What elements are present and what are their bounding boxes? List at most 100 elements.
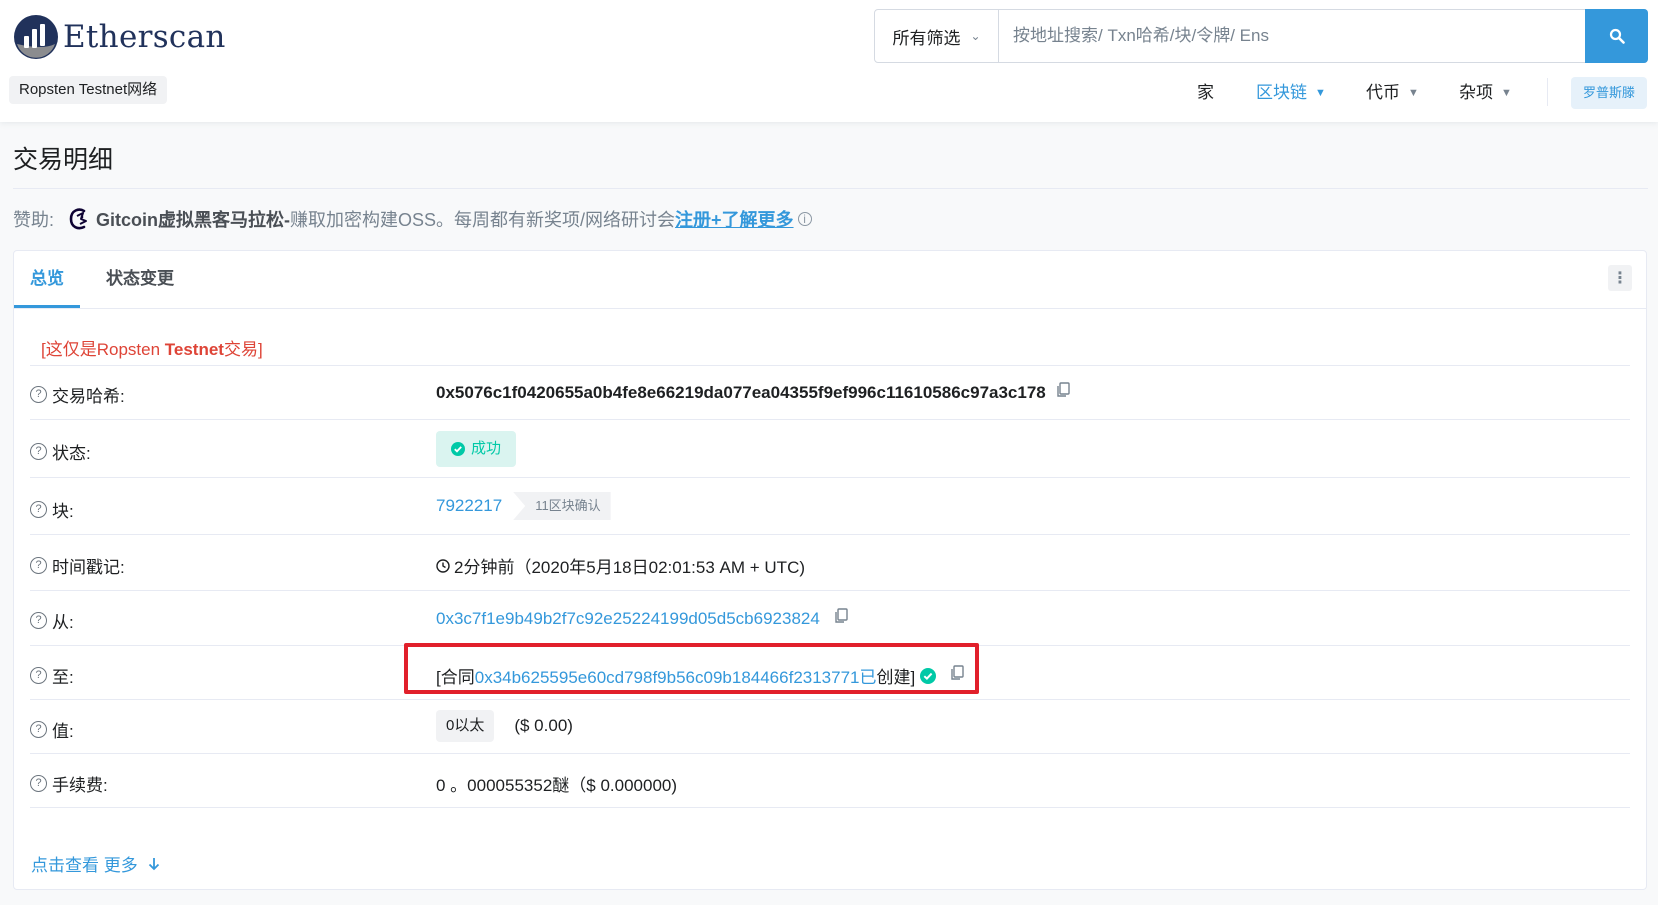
value-value-wrap: 0以太 ($ 0.00)	[436, 710, 573, 742]
from-label: 从:	[52, 613, 74, 632]
status-label-wrap: ? 状态:	[30, 439, 91, 464]
notice-close: 交易]	[223, 340, 263, 359]
from-label-wrap: ? 从:	[30, 608, 74, 633]
question-icon[interactable]: ?	[30, 557, 47, 574]
question-icon[interactable]: ?	[30, 721, 47, 738]
chevron-down-icon: ▼	[1408, 87, 1419, 99]
nav-home-label: 家	[1197, 83, 1214, 102]
divider	[13, 188, 1648, 189]
row-value: ? 值: 0以太 ($ 0.00)	[30, 699, 1630, 754]
status-badge: 成功	[436, 431, 517, 467]
to-value-wrap: [合同 0x34b625595e60cd798f9b56c09b184466f23…	[436, 663, 964, 688]
nav-misc[interactable]: 杂项 ▼	[1459, 78, 1512, 108]
block-value-wrap: 7922217 11区块确认	[436, 492, 611, 520]
value-amount: 0以太	[436, 710, 495, 742]
block-label-wrap: ? 块:	[30, 497, 74, 522]
value-label: 值:	[52, 722, 74, 741]
nav-blockchain-label: 区块链	[1256, 83, 1307, 102]
to-prefix: [合同	[436, 668, 475, 687]
from-value-wrap: 0x3c7f1e9b49b2f7c92e25224199d05d5cb69238…	[436, 608, 848, 629]
timestamp-label-wrap: ? 时间戳记:	[30, 553, 125, 578]
main-nav: 家 区块链 ▼ 代币 ▼ 杂项 ▼ 罗普斯滕	[0, 77, 1658, 109]
copy-icon[interactable]	[834, 608, 848, 629]
more-options-icon[interactable]: ⋮	[1608, 265, 1632, 291]
row-timestamp: ? 时间戳记: 2分钟前（2020年5月18日02:01:53 AM + UTC…	[30, 534, 1630, 591]
row-to: ? 至: [合同 0x34b625595e60cd798f9b56c09b1844…	[30, 645, 1630, 700]
question-icon[interactable]: ?	[30, 386, 47, 403]
tx-hash-value-wrap: 0x5076c1f0420655a0b4fe8e66219da077ea0435…	[436, 382, 1070, 403]
question-icon[interactable]: ?	[30, 612, 47, 629]
search-filter-label: 所有筛选	[892, 28, 961, 48]
tx-hash-label-wrap: ? 交易哈希:	[30, 382, 125, 407]
sponsor-link[interactable]: 注册+了解更多	[675, 206, 794, 232]
to-contract-link[interactable]: 0x34b625595e60cd798f9b56c09b184466f23137…	[475, 663, 877, 688]
chevron-down-icon: ⌄	[970, 29, 981, 43]
show-more-link[interactable]: 点击查看 更多	[31, 851, 160, 876]
row-block: ? 块: 7922217 11区块确认	[30, 477, 1630, 535]
search-filter-select[interactable]: 所有筛选 ⌄	[875, 10, 999, 62]
row-tx-hash: ? 交易哈希: 0x5076c1f0420655a0b4fe8e66219da0…	[30, 365, 1630, 420]
copy-icon[interactable]	[1056, 382, 1070, 403]
block-label: 块:	[52, 502, 74, 521]
notice-bold: Testnet	[164, 340, 224, 359]
divider	[30, 807, 1630, 808]
question-icon[interactable]: ?	[30, 501, 47, 518]
transaction-card: 总览 状态变更 ⋮ [这仅是Ropsten Testnet交易] ? 交易哈希:…	[13, 250, 1647, 890]
fee-value-wrap: 0 。000055352醚（$ 0.000000)	[436, 771, 677, 796]
question-icon[interactable]: ?	[30, 443, 47, 460]
nav-home[interactable]: 家	[1197, 78, 1214, 108]
chevron-down-icon: ▼	[1315, 87, 1326, 99]
check-circle-icon	[920, 667, 937, 684]
notice-open: [这仅是Ropsten	[41, 340, 165, 359]
logo[interactable]: Etherscan	[13, 14, 226, 60]
search-button[interactable]	[1585, 9, 1648, 63]
fee-label-wrap: ? 手续费:	[30, 771, 108, 796]
row-fee: ? 手续费: 0 。000055352醚（$ 0.000000)	[30, 753, 1630, 808]
info-icon[interactable]: i	[797, 212, 812, 226]
check-circle-icon	[451, 442, 465, 456]
etherscan-logo-icon	[14, 15, 58, 59]
clock-icon	[436, 558, 450, 573]
nav-blockchain[interactable]: 区块链 ▼	[1256, 78, 1326, 108]
question-icon[interactable]: ?	[30, 667, 47, 684]
chevron-down-icon: ▼	[1501, 87, 1512, 99]
search-input[interactable]	[999, 10, 1585, 62]
row-status: ? 状态: 成功	[30, 419, 1630, 478]
tab-state-changes[interactable]: 状态变更	[106, 251, 174, 308]
block-number-link[interactable]: 7922217	[436, 496, 502, 516]
logo-text: Etherscan	[63, 19, 226, 55]
tab-overview[interactable]: 总览	[14, 251, 80, 308]
network-switch-button[interactable]: 罗普斯滕	[1571, 77, 1648, 109]
timestamp-label: 时间戳记:	[52, 558, 125, 577]
to-suffix: 创建]	[876, 668, 916, 687]
show-more-label: 点击查看 更多	[31, 856, 138, 875]
page-title: 交易明细	[13, 146, 114, 174]
value-label-wrap: ? 值:	[30, 717, 74, 742]
status-value-wrap: 成功	[436, 431, 517, 467]
status-text: 成功	[471, 440, 502, 457]
copy-icon[interactable]	[950, 665, 964, 686]
block-confirmations-badge: 11区块确认	[513, 492, 611, 520]
search-bar: 所有筛选 ⌄	[874, 9, 1648, 63]
to-label: 至:	[52, 668, 74, 687]
row-from: ? 从: 0x3c7f1e9b49b2f7c92e25224199d05d5cb…	[30, 590, 1630, 646]
sponsor-label: 赞助:	[13, 210, 55, 230]
tab-bar: 总览 状态变更 ⋮	[14, 251, 1646, 309]
sponsor-name: Gitcoin虚拟黑客马拉松-	[96, 210, 291, 230]
nav-tokens[interactable]: 代币 ▼	[1366, 78, 1419, 108]
nav-misc-label: 杂项	[1459, 83, 1493, 102]
value-usd: ($ 0.00)	[514, 716, 573, 735]
timestamp-value: 2分钟前（2020年5月18日02:01:53 AM + UTC)	[454, 558, 806, 577]
sponsor-banner: 赞助: Gitcoin虚拟黑客马拉松- 赚取加密构建OSS。每周都有新奖项/网络…	[13, 206, 812, 232]
arrow-down-icon	[148, 857, 159, 870]
gitcoin-logo-icon	[69, 208, 88, 230]
tx-hash-value: 0x5076c1f0420655a0b4fe8e66219da077ea0435…	[436, 382, 1046, 402]
nav-tokens-label: 代币	[1366, 83, 1400, 102]
question-icon[interactable]: ?	[30, 775, 47, 792]
tx-hash-label: 交易哈希:	[52, 387, 125, 406]
site-header: Etherscan Ropsten Testnet网络 所有筛选 ⌄ 家 区块链…	[0, 0, 1658, 122]
fee-value: 0 。000055352醚（$ 0.000000)	[436, 776, 678, 795]
search-icon	[1609, 28, 1625, 44]
nav-divider	[1547, 78, 1548, 106]
from-address-link[interactable]: 0x3c7f1e9b49b2f7c92e25224199d05d5cb69238…	[436, 609, 820, 629]
